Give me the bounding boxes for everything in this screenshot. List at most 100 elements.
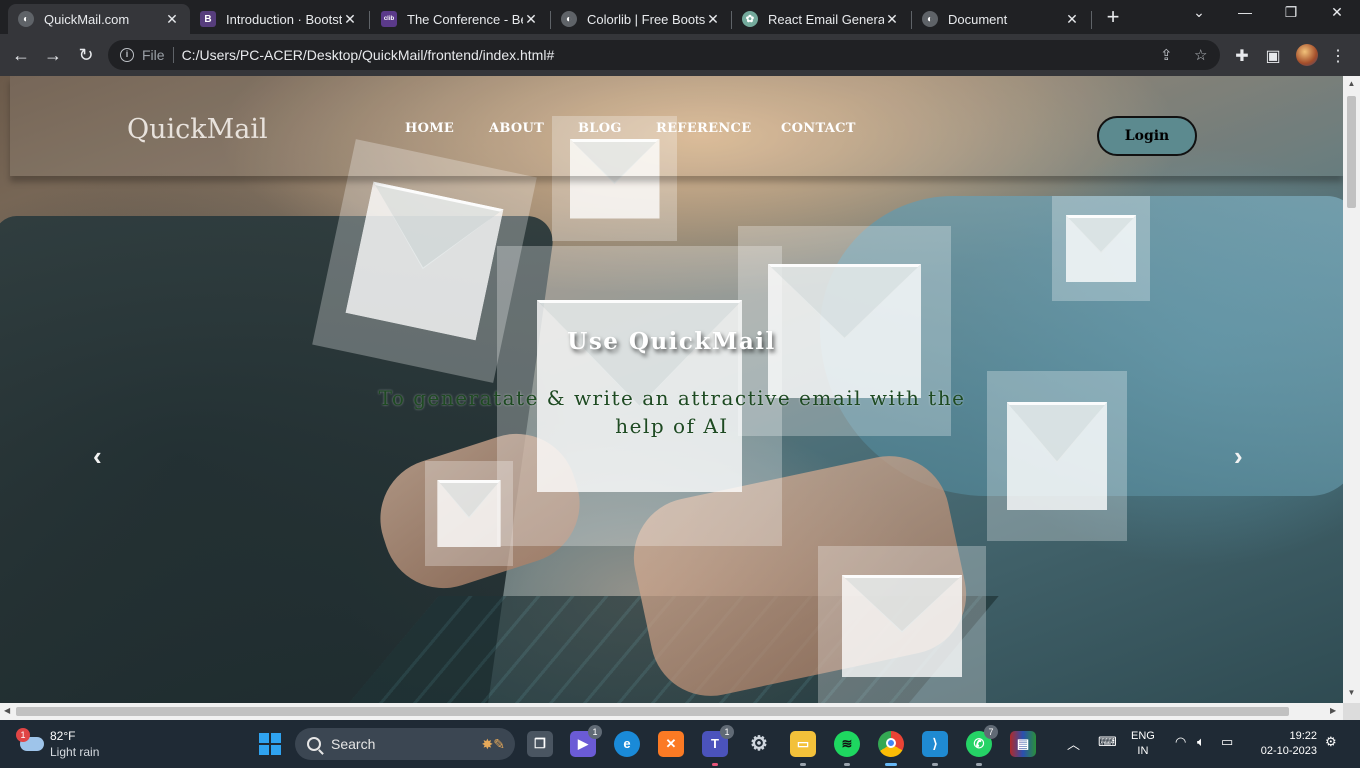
tab-title: Introduction · Bootstr	[226, 11, 342, 27]
wifi-icon[interactable]: ◠	[1175, 734, 1186, 750]
tab-bootstrap[interactable]: B Introduction · Bootstr ✕	[190, 4, 368, 34]
carousel-next-icon[interactable]: ›	[1234, 441, 1243, 472]
scroll-up-icon[interactable]: ▲	[1343, 79, 1360, 88]
volume-icon[interactable]: 🔈︎	[1197, 734, 1205, 750]
clock[interactable]: 19:22 02-10-2023	[1261, 729, 1317, 759]
bookmark-star-icon[interactable]: ☆	[1194, 46, 1207, 64]
scroll-down-icon[interactable]: ▼	[1343, 688, 1360, 697]
forward-button[interactable]: →	[40, 42, 66, 68]
tab-divider	[1091, 11, 1092, 29]
language-code: ENG	[1131, 730, 1155, 742]
meet-icon[interactable]: ▶ 1	[570, 725, 602, 757]
tab-conference[interactable]: clib The Conference - Bes ✕	[371, 4, 549, 34]
clock-time: 19:22	[1289, 730, 1317, 742]
close-tab-icon[interactable]: ✕	[523, 11, 539, 28]
scroll-left-icon[interactable]: ◀	[4, 706, 10, 715]
vscode-icon[interactable]: ⟩	[922, 731, 948, 766]
minimize-button[interactable]: —	[1230, 4, 1260, 20]
taskbar: 1 82°F Light rain Search ✸✎ ❐ ▶ 1 e ✕ T1 …	[0, 720, 1360, 768]
divider	[172, 47, 174, 63]
notification-badge: 1	[16, 728, 30, 742]
nav-about[interactable]: ABOUT	[489, 121, 544, 136]
site-navbar: QuickMail HOME ABOUT BLOG REFERENCE CONT…	[10, 76, 1343, 176]
battery-icon[interactable]: ▭	[1221, 734, 1233, 750]
tab-document[interactable]: ◐ Document ✕	[912, 4, 1090, 34]
hero-subtitle: To generatate & write an attractive emai…	[378, 386, 966, 438]
close-tab-icon[interactable]: ✕	[1064, 11, 1080, 28]
side-panel-icon[interactable]: ▣	[1263, 46, 1283, 66]
globe-icon: ◐	[18, 11, 34, 27]
close-tab-icon[interactable]: ✕	[342, 11, 358, 28]
envelope-graphic	[425, 461, 513, 566]
close-tab-icon[interactable]: ✕	[705, 11, 721, 28]
horizontal-scrollbar[interactable]: ◀ ▶	[0, 703, 1343, 720]
envelope-graphic	[1052, 196, 1150, 301]
whatsapp-icon[interactable]: ✆ 7	[966, 725, 998, 766]
file-explorer-icon[interactable]: ▭	[790, 731, 816, 766]
weather-condition: Light rain	[50, 745, 100, 759]
weather-temp: 82°F	[50, 729, 76, 743]
windows-logo-icon	[259, 733, 269, 743]
close-window-button[interactable]: ✕	[1322, 4, 1352, 21]
taskbar-search[interactable]: Search ✸✎	[295, 728, 515, 760]
close-tab-icon[interactable]: ✕	[884, 11, 900, 28]
tab-quickmail[interactable]: ◐ QuickMail.com ✕	[8, 4, 190, 34]
url-text[interactable]: C:/Users/PC-ACER/Desktop/QuickMail/front…	[182, 47, 555, 63]
notification-bell-icon[interactable]: ⚙	[1325, 734, 1337, 750]
share-icon[interactable]: ⇪	[1160, 46, 1173, 64]
tab-title: The Conference - Bes	[407, 11, 523, 27]
nav-reference[interactable]: REFERENCE	[656, 121, 751, 136]
brand-logo[interactable]: QuickMail	[127, 114, 268, 145]
page-viewport: QuickMail HOME ABOUT BLOG REFERENCE CONT…	[0, 76, 1343, 703]
tab-title: Colorlib | Free Bootst	[587, 11, 705, 27]
scroll-right-icon[interactable]: ▶	[1330, 706, 1336, 715]
colorlib-icon: clib	[381, 11, 397, 27]
restore-button[interactable]: ❐	[1276, 4, 1306, 21]
language-indicator[interactable]: ENG IN	[1131, 729, 1155, 759]
teams-icon[interactable]: T1	[702, 725, 734, 766]
extensions-icon[interactable]: ✚	[1232, 46, 1252, 66]
hero-title: Use QuickMail	[567, 328, 776, 355]
edge-icon[interactable]: e	[614, 731, 640, 757]
browser-toolbar: ← → ↻ i File C:/Users/PC-ACER/Desktop/Qu…	[0, 34, 1360, 76]
nav-blog[interactable]: BLOG	[578, 121, 622, 136]
app-badge: 7	[984, 725, 998, 739]
tab-search-icon[interactable]: ⌄	[1184, 4, 1214, 21]
address-bar[interactable]: i File C:/Users/PC-ACER/Desktop/QuickMai…	[108, 40, 1220, 70]
carousel-prev-icon[interactable]: ‹	[93, 441, 102, 472]
back-button[interactable]: ←	[8, 42, 34, 68]
scrollbar-thumb[interactable]	[1347, 96, 1356, 208]
tab-react-email[interactable]: ✿ React Email Generato ✕	[732, 4, 910, 34]
scrollbar-thumb[interactable]	[16, 707, 1289, 716]
tab-colorlib[interactable]: ◐ Colorlib | Free Bootst ✕	[551, 4, 731, 34]
search-placeholder: Search	[331, 736, 376, 752]
app-badge: 1	[588, 725, 602, 739]
xampp-icon[interactable]: ✕	[658, 731, 684, 757]
close-tab-icon[interactable]: ✕	[164, 11, 180, 28]
settings-icon[interactable]: ⚙	[746, 731, 772, 757]
chrome-icon[interactable]	[878, 731, 904, 766]
info-icon[interactable]: i	[120, 48, 134, 62]
openai-icon: ✿	[742, 11, 758, 27]
start-button[interactable]	[259, 733, 281, 755]
nav-home[interactable]: HOME	[405, 121, 454, 136]
winrar-icon[interactable]: ▤	[1010, 731, 1036, 757]
app-badge: 1	[720, 725, 734, 739]
keyboard-icon[interactable]: ⌨	[1098, 734, 1117, 750]
reload-button[interactable]: ↻	[73, 42, 99, 68]
vertical-scrollbar[interactable]: ▲ ▼	[1343, 76, 1360, 703]
spotify-icon[interactable]: ≋	[834, 731, 860, 766]
globe-icon: ◐	[922, 11, 938, 27]
search-icon	[307, 737, 321, 751]
tab-strip: ◐ QuickMail.com ✕ B Introduction · Boots…	[0, 0, 1360, 34]
profile-avatar[interactable]	[1296, 44, 1318, 66]
menu-kebab-icon[interactable]: ⋮	[1328, 46, 1348, 66]
globe-icon: ◐	[561, 11, 577, 27]
weather-widget[interactable]: 1	[16, 728, 44, 753]
login-button[interactable]: Login	[1097, 116, 1197, 156]
nav-contact[interactable]: CONTACT	[781, 121, 856, 136]
tab-title: React Email Generato	[768, 11, 884, 27]
task-view-icon[interactable]: ❐	[527, 731, 553, 757]
new-tab-button[interactable]: +	[1100, 6, 1126, 30]
show-hidden-icons[interactable]: ︿	[1067, 734, 1080, 753]
